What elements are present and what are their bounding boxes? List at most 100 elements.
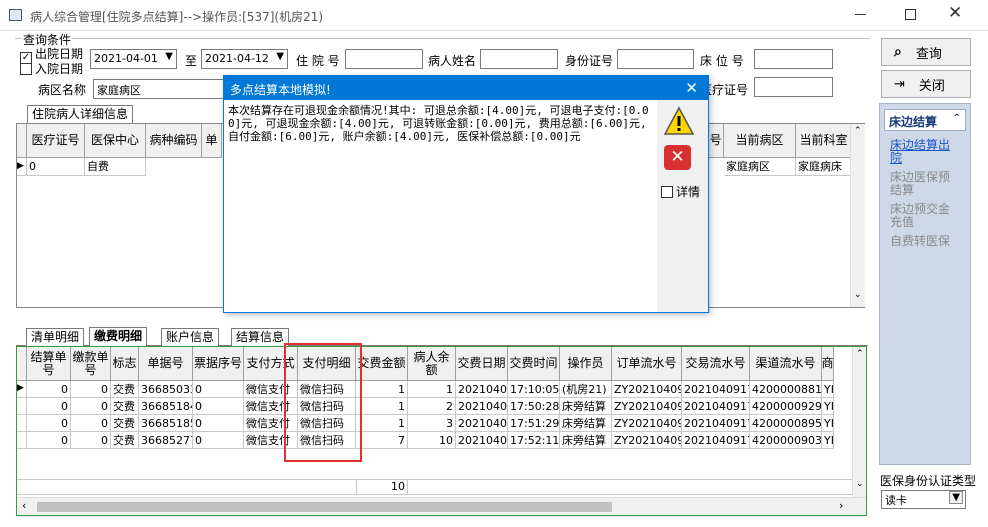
cell-trade-serial: 20210409175 <box>682 432 750 449</box>
maximize-icon[interactable] <box>905 9 916 20</box>
close-button[interactable]: ⇥ 关闭 <box>881 70 971 98</box>
inpatient-no-label: 住 院 号 <box>296 54 340 68</box>
scroll-up-icon[interactable]: ⌃ <box>856 349 864 359</box>
detail-checkbox[interactable]: 详情 <box>661 183 700 200</box>
med-card-input[interactable] <box>754 77 833 97</box>
row-indicator: ▶ <box>17 158 27 176</box>
col-no: 号 <box>708 124 724 158</box>
cell-merchant: YH <box>822 381 834 398</box>
date-to-picker[interactable]: 2021-04-12 ▼ <box>201 49 288 69</box>
cell-settle-no: 0 <box>27 398 71 415</box>
cell-merchant: YH <box>822 415 834 432</box>
cell-channel-serial: 420000088120 <box>750 381 822 398</box>
cell-operator: 床旁结算 <box>560 398 612 415</box>
cell-order-serial: ZY202104091 <box>612 381 682 398</box>
cell-trade-serial: 20210409171 <box>682 381 750 398</box>
row-indicator <box>17 432 27 449</box>
query-button[interactable]: ⌕ 查询 <box>881 38 971 66</box>
side-item-insurance-presettle[interactable]: 床边医保预结算 <box>890 171 960 197</box>
scroll-up-icon[interactable]: ⌃ <box>854 126 862 136</box>
cell-channel-serial: 420000090320 <box>750 432 822 449</box>
tab-payment-detail[interactable]: 缴费明细 <box>89 327 148 346</box>
col-current-dept: 当前科室 <box>796 124 852 158</box>
col-pay-time: 交费时间 <box>508 347 560 381</box>
warning-icon <box>663 106 695 135</box>
ward-input[interactable]: 家庭病区 <box>93 79 228 99</box>
id-card-label: 身份证号 <box>565 54 614 68</box>
date-from-picker[interactable]: 2021-04-01 ▼ <box>90 49 177 69</box>
col-unit: 单 <box>202 124 222 158</box>
minimize-icon[interactable] <box>855 14 866 15</box>
admission-date-checkbox[interactable]: 入院日期 <box>20 60 83 77</box>
cell-pay-time: 17:51:29 <box>508 415 560 432</box>
payment-grid: 结算单号 缴款单号 标志 单据号 票据序号 支付方式 支付明细 交费金额 病人余额 交费日期 交费时… <box>16 343 867 516</box>
scroll-down-icon[interactable]: ⌄ <box>856 479 864 489</box>
col-amount: 交费金额 <box>356 347 408 381</box>
scroll-down-icon[interactable]: ⌄ <box>854 290 862 300</box>
cell-flag: 交费 <box>111 432 139 449</box>
scroll-thumb[interactable] <box>37 502 612 512</box>
cell-pay-method: 微信支付 <box>244 432 298 449</box>
app-icon <box>9 9 22 21</box>
tab-inpatient-detail[interactable]: 住院病人详细信息 <box>27 105 134 123</box>
patient-name-input[interactable] <box>480 49 558 69</box>
cell-pay-method: 微信支付 <box>244 381 298 398</box>
dialog-close-icon[interactable]: ✕ <box>685 79 698 97</box>
cell-pay-date: 20210409 <box>456 381 508 398</box>
vertical-scrollbar[interactable]: ⌃ ⌄ <box>852 347 866 497</box>
cell-pay-detail: 微信扫码 <box>298 398 356 415</box>
side-item-self-to-insurance[interactable]: 自费转医保 <box>890 235 960 248</box>
cell-pay-time: 17:10:05 <box>508 381 560 398</box>
scroll-right-icon[interactable]: › <box>839 499 843 512</box>
grid-corner <box>17 347 27 381</box>
cell-pay-no: 0 <box>71 381 111 398</box>
side-panel-header[interactable]: 床边结算 ⌃ <box>884 109 966 131</box>
col-receipt-seq: 票据序号 <box>193 347 244 381</box>
cell-order-serial: ZY202104091 <box>612 398 682 415</box>
col-bill-no: 单据号 <box>139 347 193 381</box>
side-item-bedside-discharge[interactable]: 床边结算出院 <box>890 139 960 165</box>
cell-pay-date: 20210409 <box>456 432 508 449</box>
id-type-label: 医保身份认证类型 <box>880 474 977 488</box>
scroll-left-icon[interactable]: ‹ <box>22 499 26 512</box>
col-pay-detail: 支付明细 <box>298 347 356 381</box>
cell-merchant: YH <box>822 398 834 415</box>
cell-flag: 交费 <box>111 415 139 432</box>
id-type-select[interactable]: 读卡 ▼ <box>881 490 966 509</box>
error-icon: ✕ <box>664 145 691 170</box>
cell-receipt-seq: 0 <box>193 432 244 449</box>
vertical-scrollbar[interactable]: ⌃ ⌄ <box>850 124 865 307</box>
cell-balance: 3 <box>408 415 456 432</box>
side-item-deposit-topup[interactable]: 床边预交金充值 <box>890 203 960 229</box>
cell-amount: 1 <box>356 381 408 398</box>
inpatient-no-input[interactable] <box>345 49 423 69</box>
id-card-input[interactable] <box>617 49 694 69</box>
dialog-title: 多点结算本地模拟! <box>230 83 331 97</box>
cell-bill-no: 36685277 <box>139 432 193 449</box>
cell-pay-time: 17:50:28 <box>508 398 560 415</box>
cell-order-serial: ZY202104091 <box>612 432 682 449</box>
cell-bill-no: 36685184 <box>139 398 193 415</box>
window-title: 病人综合管理[住院多点结算]-->操作员:[537](机房21) <box>30 10 324 24</box>
exit-door-icon: ⇥ <box>894 76 905 92</box>
tab-settle-info[interactable]: 结算信息 <box>231 328 290 346</box>
collapse-icon[interactable]: ⌃ <box>953 113 961 124</box>
side-panel: 床边结算 ⌃ 床边结算出院 床边医保预结算 床边预交金充值 自费转医保 <box>879 103 971 465</box>
col-flag: 标志 <box>111 347 139 381</box>
settle-dialog: 多点结算本地模拟! ✕ 本次结算存在可退现金余额情况!其中: 可退总余额:[4.… <box>223 75 709 313</box>
col-pay-date: 交费日期 <box>456 347 508 381</box>
col-merchant: 商 <box>822 347 834 381</box>
cell-bill-no: 36685185 <box>139 415 193 432</box>
cell-balance: 1 <box>408 381 456 398</box>
cell-pay-detail: 微信扫码 <box>298 381 356 398</box>
close-icon[interactable]: ✕ <box>948 3 962 23</box>
title-bar: 病人综合管理[住院多点结算]-->操作员:[537](机房21) ✕ <box>0 0 988 31</box>
horizontal-scrollbar[interactable]: ‹ › <box>17 497 866 515</box>
col-operator: 操作员 <box>560 347 612 381</box>
bed-no-input[interactable] <box>754 49 833 69</box>
cell-pay-date: 20210409 <box>456 398 508 415</box>
tab-bill-detail[interactable]: 清单明细 <box>26 328 85 346</box>
tab-account-info[interactable]: 账户信息 <box>161 328 220 346</box>
cell-settle-no: 0 <box>27 381 71 398</box>
cell-merchant: YH <box>822 432 834 449</box>
